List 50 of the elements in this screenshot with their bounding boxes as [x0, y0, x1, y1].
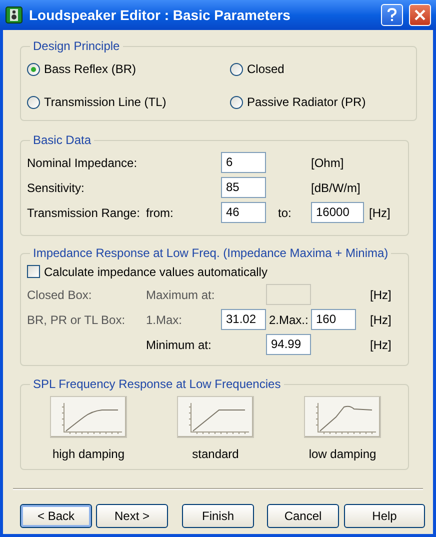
field-label: Maximum at:: [146, 286, 216, 304]
dialog-button[interactable]: Next >: [96, 504, 168, 528]
dialog-button[interactable]: Finish: [182, 504, 254, 528]
group-title: Basic Data: [32, 132, 92, 149]
unit-label: [Hz]: [370, 336, 392, 354]
field-label: Nominal Impedance:: [27, 154, 138, 172]
input-field[interactable]: 31.02: [221, 309, 266, 330]
unit-label: [Ohm]: [311, 154, 344, 172]
unit-label: [Hz]: [369, 204, 390, 222]
field-label: Transmission Range:: [27, 204, 141, 222]
help-icon: [387, 8, 397, 22]
field-label: 1.Max:: [146, 312, 184, 328]
field-label: 2.Max.:: [269, 312, 310, 328]
input-field[interactable]: 160: [311, 309, 356, 330]
field-label: Sensitivity:: [27, 180, 86, 196]
dialog-button[interactable]: < Back: [20, 504, 92, 528]
field-label: Closed Box:: [27, 286, 93, 304]
close-button[interactable]: [409, 4, 431, 26]
input-field[interactable]: 85: [221, 177, 266, 198]
input-field[interactable]: 6: [221, 152, 266, 173]
group-title: Design Principle: [32, 38, 121, 55]
radio-option[interactable]: Transmission Line (TL): [27, 94, 230, 110]
checkbox-option[interactable]: Calculate impedance values automatically: [27, 263, 402, 280]
help-button[interactable]: [381, 4, 403, 26]
field-label: Minimum at:: [146, 336, 212, 354]
input-field[interactable]: 46: [221, 202, 266, 223]
option-label: standard: [192, 446, 239, 463]
speaker-icon: [5, 6, 23, 24]
unit-label: [Hz]: [370, 286, 392, 304]
radio-option[interactable]: Closed: [230, 61, 410, 77]
graph-button[interactable]: [177, 396, 254, 438]
field-label: BR, PR or TL Box:: [27, 312, 126, 328]
unit-label: [dB/W/m]: [311, 180, 360, 196]
close-icon: [414, 9, 426, 21]
graph-button[interactable]: [50, 396, 127, 438]
unit-label: [Hz]: [370, 312, 392, 328]
input-field[interactable]: 16000: [311, 202, 364, 223]
dialog-button[interactable]: Help: [344, 504, 425, 528]
field-label: from:: [146, 204, 174, 222]
window-title: Loudspeaker Editor : Basic Parameters: [29, 6, 292, 25]
group-title: Impedance Response at Low Freq. (Impedance Maxima + Minima): [32, 245, 390, 262]
graph-button[interactable]: [304, 396, 381, 438]
radio-option[interactable]: Passive Radiator (PR): [230, 94, 410, 110]
field-label: to:: [278, 204, 292, 222]
option-label: low damping: [308, 446, 376, 463]
group-title: SPL Frequency Response at Low Frequencies: [32, 376, 282, 393]
radio-option[interactable]: Bass Reflex (BR): [27, 61, 230, 77]
input-field[interactable]: 94.99: [266, 334, 311, 355]
dialog-button[interactable]: Cancel: [267, 504, 339, 528]
option-label: high damping: [52, 446, 125, 463]
